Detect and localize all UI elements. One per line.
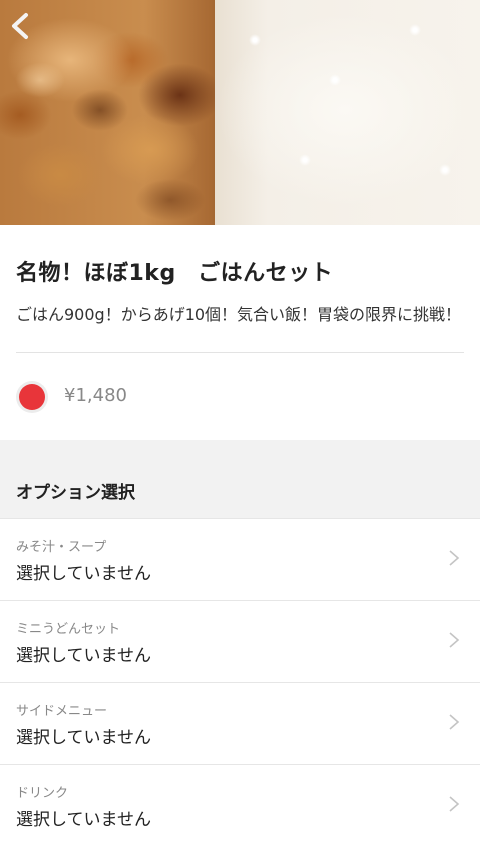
- chevron-right-icon: [449, 796, 460, 812]
- product-info: 名物！ほぼ1kg ごはんセット ごはん900g！からあげ10個！気合い飯！胃袋の…: [0, 225, 480, 440]
- price-radio-selected[interactable]: [19, 384, 45, 410]
- option-value: 選択していません: [16, 646, 151, 666]
- karaage-image-region: [0, 0, 215, 225]
- option-value: 選択していません: [16, 728, 151, 748]
- option-category: サイドメニュー: [16, 704, 108, 719]
- divider: [16, 352, 464, 353]
- option-row-side-menu[interactable]: サイドメニュー 選択していません: [0, 682, 480, 765]
- option-category: ミニうどんセット: [16, 622, 121, 637]
- chevron-right-icon: [449, 632, 460, 648]
- options-section-title: オプション選択: [16, 483, 135, 503]
- option-value: 選択していません: [16, 564, 151, 584]
- product-title: 名物！ほぼ1kg ごはんセット: [16, 261, 334, 286]
- product-image: [0, 0, 480, 225]
- chevron-left-icon: [12, 13, 28, 39]
- option-category: ドリンク: [16, 786, 69, 801]
- back-button[interactable]: [8, 12, 32, 40]
- option-category: みそ汁・スープ: [16, 540, 107, 555]
- options-header: オプション選択: [0, 440, 480, 518]
- product-price: ¥1,480: [64, 385, 127, 406]
- chevron-right-icon: [449, 714, 460, 730]
- option-row-soup[interactable]: みそ汁・スープ 選択していません: [0, 518, 480, 601]
- option-row-mini-udon[interactable]: ミニうどんセット 選択していません: [0, 600, 480, 683]
- option-value: 選択していません: [16, 810, 151, 830]
- option-row-drink[interactable]: ドリンク 選択していません: [0, 764, 480, 847]
- rice-image-region: [215, 0, 480, 225]
- chevron-right-icon: [449, 550, 460, 566]
- product-description: ごはん900g！からあげ10個！気合い飯！胃袋の限界に挑戦！: [16, 305, 462, 324]
